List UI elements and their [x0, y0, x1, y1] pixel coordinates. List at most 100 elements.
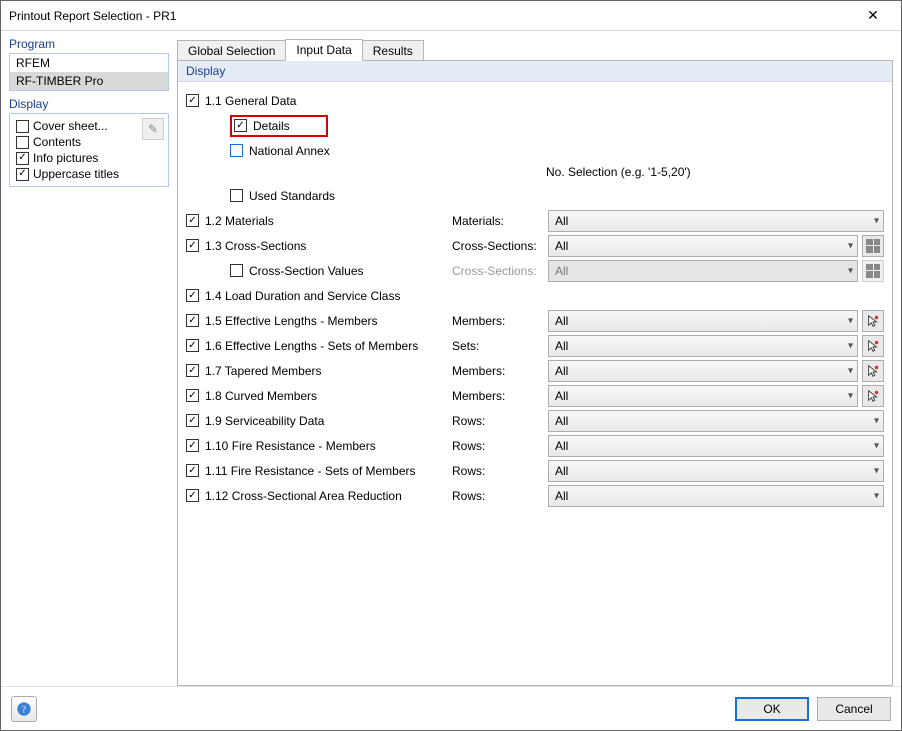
- option-row: 1.3 Cross-SectionsCross-Sections:All▾: [186, 233, 884, 258]
- dropdown[interactable]: All▾: [548, 335, 858, 357]
- selection-label: Rows:: [452, 439, 542, 453]
- option-row: 1.5 Effective Lengths - MembersMembers:A…: [186, 308, 884, 333]
- row-label: 1.1 General Data: [205, 94, 296, 108]
- checkbox[interactable]: [186, 439, 199, 452]
- chevron-down-icon: ▾: [848, 240, 853, 251]
- option-row: Used Standards: [186, 183, 884, 208]
- checkbox[interactable]: [230, 189, 243, 202]
- panel-header: Display: [178, 61, 892, 82]
- checkbox[interactable]: [186, 389, 199, 402]
- checkbox[interactable]: [186, 314, 199, 327]
- program-item[interactable]: RFEM: [10, 54, 168, 72]
- checkbox[interactable]: [186, 94, 199, 107]
- program-list[interactable]: RFEMRF-TIMBER Pro: [9, 53, 169, 91]
- display-option[interactable]: Contents: [16, 134, 162, 150]
- display-option-label: Uppercase titles: [33, 167, 119, 181]
- right-column: Global SelectionInput DataResults Displa…: [177, 37, 893, 686]
- checkbox[interactable]: [186, 239, 199, 252]
- checkbox[interactable]: [186, 364, 199, 377]
- checkbox[interactable]: [230, 144, 243, 157]
- checkbox[interactable]: [186, 289, 199, 302]
- dropdown[interactable]: All▾: [548, 210, 884, 232]
- checkbox[interactable]: [16, 152, 29, 165]
- row-check-area: 1.7 Tapered Members: [186, 364, 446, 378]
- row-label: 1.6 Effective Lengths - Sets of Members: [205, 339, 418, 353]
- pick-button[interactable]: [862, 310, 884, 332]
- display-left-group: Display ✎ Cover sheet...ContentsInfo pic…: [9, 97, 169, 187]
- dropdown[interactable]: All▾: [548, 485, 884, 507]
- pick-button[interactable]: [862, 335, 884, 357]
- dropdown[interactable]: All▾: [548, 235, 858, 257]
- dialog-window: Printout Report Selection - PR1 ✕ Progra…: [0, 0, 902, 731]
- chevron-down-icon: ▾: [874, 440, 879, 451]
- checkbox[interactable]: [16, 136, 29, 149]
- pick-button[interactable]: [862, 385, 884, 407]
- chevron-down-icon: ▾: [848, 340, 853, 351]
- dropdown-value: All: [555, 264, 568, 278]
- option-row: 1.2 Materials Materials: All▾: [186, 208, 884, 233]
- row-label: 1.12 Cross-Sectional Area Reduction: [205, 489, 402, 503]
- chevron-down-icon: ▾: [874, 490, 879, 501]
- titlebar: Printout Report Selection - PR1 ✕: [1, 1, 901, 31]
- ok-button[interactable]: OK: [735, 697, 809, 721]
- display-option-label: Contents: [33, 135, 81, 149]
- row-check-area: 1.8 Curved Members: [186, 389, 446, 403]
- checkbox[interactable]: [230, 264, 243, 277]
- display-option[interactable]: Uppercase titles: [16, 166, 162, 182]
- table-select-button[interactable]: [862, 235, 884, 257]
- checkbox[interactable]: [234, 119, 247, 132]
- dropdown[interactable]: All▾: [548, 385, 858, 407]
- selection-header: No. Selection (e.g. '1-5,20'): [546, 163, 884, 183]
- tab[interactable]: Results: [362, 40, 424, 61]
- checkbox[interactable]: [186, 414, 199, 427]
- selection-label: Materials:: [452, 214, 542, 228]
- table-select-button: [862, 260, 884, 282]
- checkbox[interactable]: [16, 168, 29, 181]
- display-option[interactable]: Cover sheet...: [16, 118, 162, 134]
- help-button[interactable]: ?: [11, 696, 37, 722]
- option-row: 1.1 General Data: [186, 88, 884, 113]
- row-label: 1.10 Fire Resistance - Members: [205, 439, 376, 453]
- checkbox[interactable]: [186, 339, 199, 352]
- checkbox[interactable]: [16, 120, 29, 133]
- dropdown: All ▾: [548, 260, 858, 282]
- selection-area: All▾: [548, 460, 884, 482]
- dropdown[interactable]: All▾: [548, 435, 884, 457]
- chevron-down-icon: ▾: [848, 265, 853, 276]
- row-label: National Annex: [249, 144, 330, 158]
- cancel-button[interactable]: Cancel: [817, 697, 891, 721]
- dropdown-value: All: [555, 389, 568, 403]
- cursor-icon: [866, 314, 880, 328]
- program-item[interactable]: RF-TIMBER Pro: [10, 72, 168, 90]
- row-check-area: 1.5 Effective Lengths - Members: [186, 314, 446, 328]
- svg-text:?: ?: [22, 705, 26, 715]
- dropdown[interactable]: All▾: [548, 360, 858, 382]
- dropdown-value: All: [555, 214, 568, 228]
- row-check-area: 1.1 General Data: [186, 94, 446, 108]
- dropdown[interactable]: All▾: [548, 410, 884, 432]
- option-row: 1.8 Curved MembersMembers:All▾: [186, 383, 884, 408]
- row-label: 1.2 Materials: [205, 214, 274, 228]
- tab-strip: Global SelectionInput DataResults: [177, 37, 893, 61]
- row-check-area: Cross-Section Values: [186, 264, 446, 278]
- display-option[interactable]: Info pictures: [16, 150, 162, 166]
- row-label: Details: [253, 119, 290, 133]
- pick-button[interactable]: [862, 360, 884, 382]
- checkbox[interactable]: [186, 489, 199, 502]
- footer: ? OK Cancel: [1, 686, 901, 730]
- checkbox[interactable]: [186, 464, 199, 477]
- display-option-label: Cover sheet...: [33, 119, 108, 133]
- close-button[interactable]: ✕: [853, 2, 893, 30]
- row-label: 1.3 Cross-Sections: [205, 239, 306, 253]
- dropdown[interactable]: All▾: [548, 310, 858, 332]
- row-check-area: National Annex: [186, 144, 446, 158]
- chevron-down-icon: ▾: [874, 465, 879, 476]
- grid-icon: [866, 239, 880, 253]
- tab[interactable]: Input Data: [285, 39, 362, 61]
- checkbox[interactable]: [186, 214, 199, 227]
- dropdown[interactable]: All▾: [548, 460, 884, 482]
- row-check-area: Details: [186, 115, 446, 137]
- cursor-icon: [866, 339, 880, 353]
- row-label: 1.11 Fire Resistance - Sets of Members: [205, 464, 416, 478]
- tab[interactable]: Global Selection: [177, 40, 286, 61]
